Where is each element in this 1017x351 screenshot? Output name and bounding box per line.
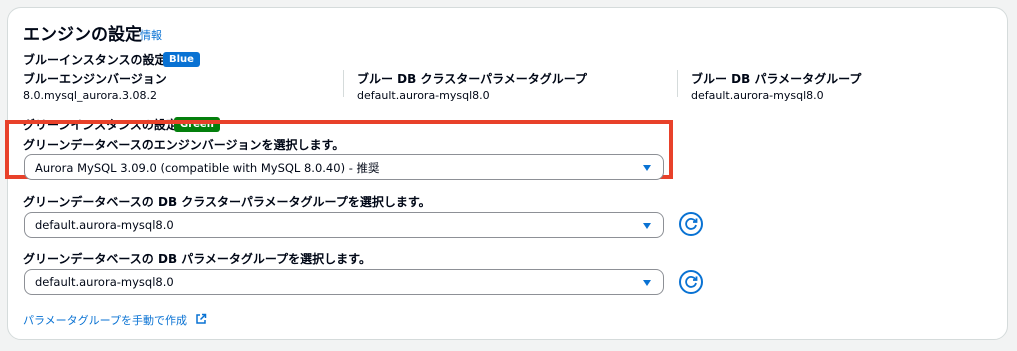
green-db-param-group-label: グリーンデータベースの DB パラメータグループを選択します。	[23, 252, 371, 266]
green-cluster-param-group-select[interactable]: default.aurora-mysql8.0	[24, 212, 664, 238]
green-db-param-group-value: default.aurora-mysql8.0	[35, 275, 174, 289]
blue-cluster-param-group-value: default.aurora-mysql8.0	[357, 89, 490, 102]
blue-engine-version-value: 8.0.mysql_aurora.3.08.2	[23, 89, 157, 102]
external-link-icon	[196, 313, 207, 324]
green-cluster-param-group-value: default.aurora-mysql8.0	[35, 218, 174, 232]
manual-create-link-text: パラメータグループを手動で作成	[23, 314, 188, 327]
refresh-cluster-param-group-button[interactable]	[679, 212, 703, 236]
manual-create-link[interactable]: パラメータグループを手動で作成	[23, 309, 207, 328]
blue-db-param-group-label: ブルー DB パラメータグループ	[691, 72, 862, 86]
green-engine-version-select[interactable]: Aurora MySQL 3.09.0 (compatible with MyS…	[24, 154, 664, 180]
refresh-db-param-group-button[interactable]	[679, 270, 703, 294]
green-cluster-param-group-label: グリーンデータベースの DB クラスターパラメータグループを選択します。	[23, 195, 431, 209]
blue-engine-version-label: ブルーエンジンバージョン	[23, 72, 167, 86]
caret-down-icon	[643, 223, 651, 229]
caret-down-icon	[643, 280, 651, 286]
green-engine-version-label: グリーンデータベースのエンジンバージョンを選択します。	[23, 138, 345, 152]
blue-db-param-group-value: default.aurora-mysql8.0	[691, 89, 824, 102]
column-divider	[677, 70, 678, 97]
panel-title: エンジンの設定	[23, 25, 142, 45]
refresh-icon	[685, 276, 698, 288]
blue-badge: Blue	[163, 52, 200, 67]
green-engine-version-value: Aurora MySQL 3.09.0 (compatible with MyS…	[35, 161, 380, 175]
refresh-icon	[685, 218, 698, 230]
caret-down-icon	[643, 165, 651, 171]
info-link[interactable]: 情報	[140, 27, 162, 43]
green-db-param-group-select[interactable]: default.aurora-mysql8.0	[24, 269, 664, 295]
column-divider	[343, 70, 344, 97]
blue-cluster-param-group-label: ブルー DB クラスターパラメータグループ	[357, 72, 588, 86]
blue-section-heading: ブルーインスタンスの設定	[23, 53, 167, 67]
